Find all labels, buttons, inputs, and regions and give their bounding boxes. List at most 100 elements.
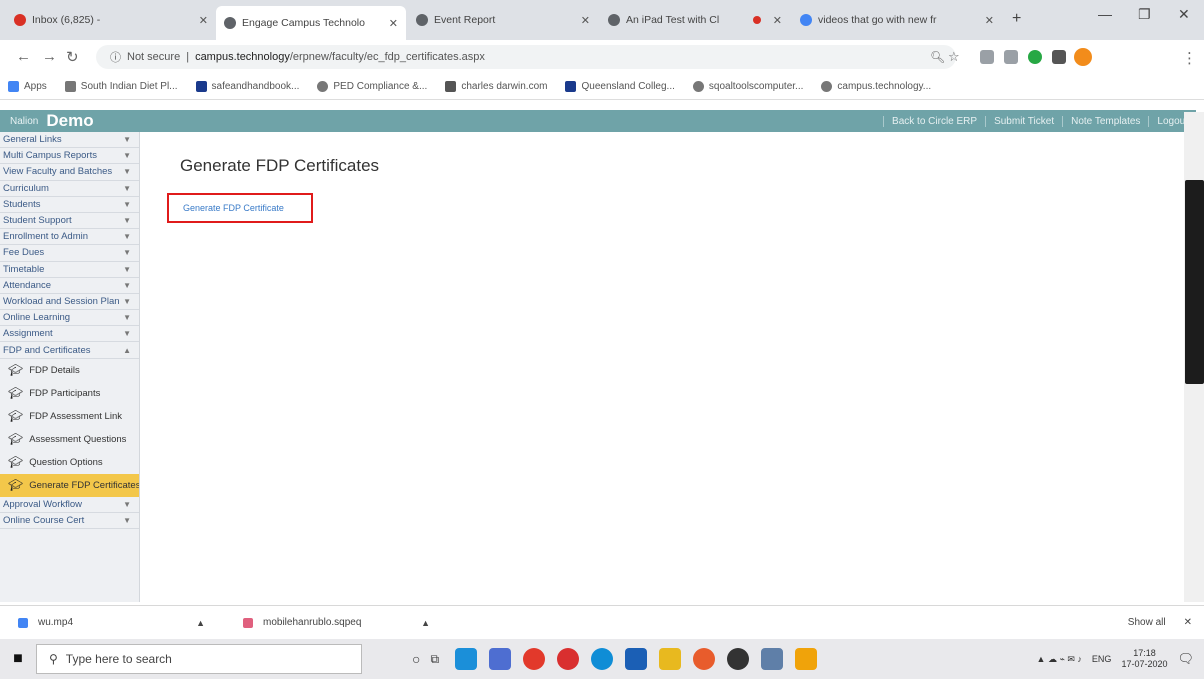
app-icon[interactable] bbox=[455, 648, 478, 670]
windows-start-icon[interactable]: ■ bbox=[0, 650, 36, 668]
clock[interactable]: 17:18 17-07-2020 bbox=[1121, 648, 1167, 670]
tab-gmail[interactable]: Inbox (6,825) - ✕ bbox=[6, 8, 216, 32]
opera-icon[interactable] bbox=[557, 648, 580, 670]
close-icon[interactable]: ✕ bbox=[389, 17, 398, 30]
generate-certificate-link[interactable]: Generate FDP Certificate bbox=[167, 193, 313, 223]
forward-icon[interactable]: → bbox=[42, 48, 57, 65]
tab-ipad-test[interactable]: An iPad Test with Cl ✕ bbox=[600, 8, 790, 32]
app-icon[interactable] bbox=[659, 648, 682, 670]
tab-engage-campus[interactable]: Engage Campus Technolo ✕ bbox=[216, 6, 406, 40]
sidebar-menu[interactable]: Online Learning ▼ bbox=[0, 310, 139, 327]
grammarly-icon[interactable] bbox=[1028, 50, 1042, 64]
sidebar-menu[interactable]: Enrollment to Admin ▼ bbox=[0, 229, 139, 246]
task-view-icon[interactable]: ⧉ bbox=[430, 652, 439, 667]
google-icon bbox=[800, 14, 812, 26]
bookmark-icon bbox=[565, 81, 577, 92]
bookmark-icon bbox=[445, 81, 457, 92]
sidebar-menu[interactable]: General Links ▼ bbox=[0, 132, 139, 149]
bookmark-item[interactable]: charles darwin.com bbox=[445, 81, 547, 92]
edge-icon[interactable] bbox=[591, 648, 614, 670]
graduation-cap-icon: 🎓︎ bbox=[8, 478, 24, 493]
sidebar-menu-fdp[interactable]: FDP and Certificates ▲ bbox=[0, 342, 139, 359]
chrome-icon[interactable] bbox=[523, 648, 546, 670]
bookmark-item[interactable]: campus.technology... bbox=[821, 81, 931, 92]
address-bar[interactable]: ⓘ Not secure | campus.technology/erpnew/… bbox=[96, 45, 956, 69]
sidebar-menu[interactable]: View Faculty and Batches ▼ bbox=[0, 164, 139, 181]
sidebar-menu[interactable]: Student Support ▼ bbox=[0, 213, 139, 230]
app-icon[interactable] bbox=[761, 648, 784, 670]
windows-taskbar: ■ ⚲ Type here to search ○ ⧉ ▲ ☁ ⌁ ✉ ♪ EN… bbox=[0, 639, 1204, 679]
reload-icon[interactable]: ↻ bbox=[66, 48, 79, 66]
back-icon[interactable]: ← bbox=[16, 48, 31, 65]
chevron-down-icon: ▼ bbox=[123, 135, 131, 145]
scrollbar-thumb[interactable] bbox=[1185, 180, 1204, 384]
tab-title: videos that go with new fr bbox=[818, 14, 937, 26]
sidebar-menu[interactable]: Workload and Session Plan ▼ bbox=[0, 294, 139, 311]
url-path: /erpnew/faculty/ec_fdp_certificates.aspx bbox=[289, 51, 485, 63]
chevron-down-icon: ▼ bbox=[123, 264, 131, 274]
language-indicator[interactable]: ENG bbox=[1092, 654, 1112, 664]
globe-icon bbox=[317, 81, 329, 92]
sidebar-menu[interactable]: Multi Campus Reports ▼ bbox=[0, 148, 139, 165]
restore-button[interactable]: ❐ bbox=[1138, 6, 1151, 23]
app-icon[interactable] bbox=[489, 648, 512, 670]
close-icon[interactable]: ✕ bbox=[985, 14, 994, 27]
download-item[interactable]: mobilehanrublo.sqpeq ▲ bbox=[225, 617, 450, 628]
sidebar-menu[interactable]: Timetable ▼ bbox=[0, 262, 139, 278]
bookmark-item[interactable]: Queensland Colleg... bbox=[565, 81, 675, 92]
sidebar-item-question-options[interactable]: 🎓︎ Question Options bbox=[0, 451, 139, 474]
sidebar-menu[interactable]: Assignment ▼ bbox=[0, 326, 139, 343]
puzzle-icon[interactable] bbox=[1052, 50, 1066, 64]
new-tab-button[interactable]: + bbox=[1012, 10, 1021, 28]
bookmark-item[interactable]: PED Compliance &... bbox=[317, 81, 427, 92]
sidebar-menu[interactable]: Fee Dues ▼ bbox=[0, 245, 139, 262]
chevron-up-icon[interactable]: ▲ bbox=[196, 618, 205, 628]
sidebar-item-fdp-participants[interactable]: 🎓︎ FDP Participants bbox=[0, 382, 139, 405]
sidebar: General Links ▼ Multi Campus Reports ▼ Vie… bbox=[0, 132, 140, 602]
app-icon[interactable] bbox=[693, 648, 716, 670]
notification-icon[interactable]: 🗨︎ bbox=[1177, 651, 1194, 667]
close-icon[interactable]: ✕ bbox=[581, 14, 590, 27]
header-link[interactable]: Submit Ticket bbox=[985, 115, 1062, 127]
word-icon[interactable] bbox=[625, 648, 648, 670]
header-link[interactable]: Back to Circle ERP bbox=[883, 115, 985, 127]
sidebar-menu[interactable]: Students ▼ bbox=[0, 197, 139, 213]
app-icon[interactable] bbox=[795, 648, 818, 670]
app-icon[interactable] bbox=[727, 648, 750, 670]
bookmark-item[interactable]: South Indian Diet Pl... bbox=[64, 81, 178, 92]
tab-event-report[interactable]: Event Report ✕ bbox=[408, 8, 598, 32]
show-all-button[interactable]: Show all bbox=[1128, 617, 1166, 628]
close-icon[interactable]: ✕ bbox=[199, 14, 208, 27]
minimize-button[interactable]: — bbox=[1098, 6, 1112, 22]
sidebar-item-fdp-details[interactable]: 🎓︎ FDP Details bbox=[0, 359, 139, 382]
close-icon[interactable]: ✕ bbox=[1184, 617, 1192, 628]
zoom-icon[interactable]: 🔍︎ bbox=[930, 50, 945, 64]
sidebar-item-generate-fdp-certificates[interactable]: 🎓︎ Generate FDP Certificates bbox=[0, 473, 139, 497]
extension-icon[interactable] bbox=[980, 50, 994, 64]
download-item[interactable]: wu.mp4 ▲ bbox=[0, 617, 225, 628]
bookmark-apps[interactable]: Apps bbox=[8, 81, 47, 92]
cortana-icon[interactable]: ○ bbox=[412, 651, 420, 667]
tab-videos[interactable]: videos that go with new fr ✕ bbox=[792, 8, 1002, 32]
sidebar-item-fdp-assessment-link[interactable]: 🎓︎ FDP Assessment Link bbox=[0, 405, 139, 428]
sidebar-menu[interactable]: Online Course Cert ▼ bbox=[0, 513, 139, 529]
sidebar-menu[interactable]: Approval Workflow ▼ bbox=[0, 497, 139, 513]
sidebar-item-assessment-questions[interactable]: 🎓︎ Assessment Questions bbox=[0, 428, 139, 451]
bookmark-item[interactable]: sqoaltoolscomputer... bbox=[692, 81, 803, 92]
profile-avatar[interactable] bbox=[1074, 48, 1092, 66]
menu-icon[interactable]: ⋮ bbox=[1182, 49, 1197, 67]
header-link[interactable]: Note Templates bbox=[1062, 115, 1148, 127]
sidebar-menu[interactable]: Attendance ▼ bbox=[0, 278, 139, 294]
tray-icons[interactable]: ▲ ☁ ⌁ ✉ ♪ bbox=[1037, 654, 1082, 665]
close-window-button[interactable]: ✕ bbox=[1178, 6, 1190, 23]
sidebar-menu[interactable]: Curriculum ▼ bbox=[0, 181, 139, 197]
star-icon[interactable]: ☆ bbox=[948, 49, 960, 65]
extension-icon[interactable] bbox=[1004, 50, 1018, 64]
chevron-up-icon[interactable]: ▲ bbox=[421, 618, 430, 628]
taskbar-search[interactable]: ⚲ Type here to search bbox=[36, 644, 362, 674]
close-icon[interactable]: ✕ bbox=[773, 14, 782, 27]
chevron-down-icon: ▼ bbox=[123, 183, 131, 193]
header-links: Back to Circle ERP Submit Ticket Note Te… bbox=[883, 115, 1196, 127]
pin-icon bbox=[64, 81, 76, 92]
bookmark-item[interactable]: safeandhandbook... bbox=[195, 81, 299, 92]
